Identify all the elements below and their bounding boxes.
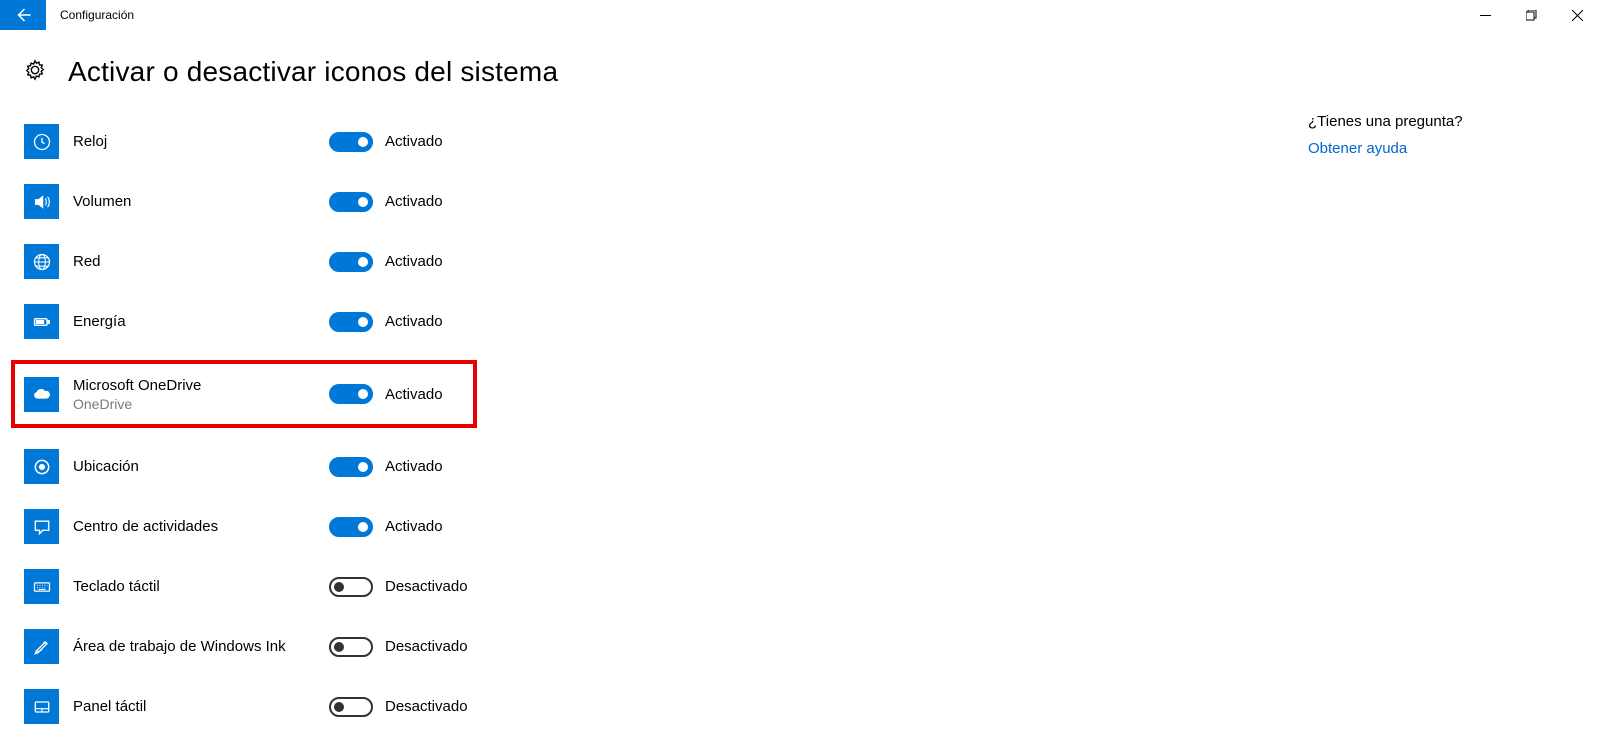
setting-row-location: Ubicación Activado bbox=[24, 449, 664, 484]
toggle-location[interactable] bbox=[329, 457, 373, 477]
toggle-state-label: Activado bbox=[385, 458, 443, 475]
setting-sublabel: OneDrive bbox=[73, 396, 329, 412]
setting-label: Panel táctil bbox=[73, 698, 329, 715]
close-icon bbox=[1572, 10, 1583, 21]
help-link[interactable]: Obtener ayuda bbox=[1308, 140, 1463, 157]
setting-label-block: Reloj bbox=[73, 133, 329, 150]
setting-label-block: Centro de actividades bbox=[73, 518, 329, 535]
setting-row-clock: Reloj Activado bbox=[24, 124, 664, 159]
setting-row-actioncenter: Centro de actividades Activado bbox=[24, 509, 664, 544]
page-header: Activar o desactivar iconos del sistema bbox=[24, 56, 1600, 88]
ink-icon bbox=[24, 629, 59, 664]
setting-label: Microsoft OneDrive bbox=[73, 377, 329, 394]
setting-row-ink: Área de trabajo de Windows Ink Desactivad… bbox=[24, 629, 664, 664]
toggle-state-label: Activado bbox=[385, 133, 443, 150]
setting-label-block: Microsoft OneDrive OneDrive bbox=[73, 377, 329, 412]
setting-label-block: Volumen bbox=[73, 193, 329, 210]
toggle-state-label: Desactivado bbox=[385, 698, 468, 715]
settings-list: RelojActivadoVolumenActivadoRedActivadoE… bbox=[24, 124, 664, 724]
setting-label-block: Panel táctil bbox=[73, 698, 329, 715]
toggle-ink[interactable] bbox=[329, 637, 373, 657]
keyboard-icon bbox=[24, 569, 59, 604]
setting-row-touchpad: Panel táctil Desactivado bbox=[24, 689, 664, 724]
setting-row-onedrive: Microsoft OneDrive OneDrive Activado bbox=[11, 360, 477, 428]
toggle-touchpad[interactable] bbox=[329, 697, 373, 717]
setting-label-block: Teclado táctil bbox=[73, 578, 329, 595]
toggle-network[interactable] bbox=[329, 252, 373, 272]
toggle-power[interactable] bbox=[329, 312, 373, 332]
setting-label-block: Energía bbox=[73, 313, 329, 330]
volume-icon bbox=[24, 184, 59, 219]
setting-label-block: Ubicación bbox=[73, 458, 329, 475]
setting-label: Red bbox=[73, 253, 329, 270]
setting-label: Área de trabajo de Windows Ink bbox=[73, 638, 329, 655]
toggle-state-label: Desactivado bbox=[385, 638, 468, 655]
maximize-button[interactable] bbox=[1508, 0, 1554, 30]
toggle-state-label: Activado bbox=[385, 193, 443, 210]
maximize-icon bbox=[1526, 10, 1537, 21]
toggle-onedrive[interactable] bbox=[329, 384, 373, 404]
setting-label: Teclado táctil bbox=[73, 578, 329, 595]
setting-row-power: Energía Activado bbox=[24, 304, 664, 339]
setting-label: Volumen bbox=[73, 193, 329, 210]
actioncenter-icon bbox=[24, 509, 59, 544]
toggle-state-label: Desactivado bbox=[385, 578, 468, 595]
network-icon bbox=[24, 244, 59, 279]
setting-row-volume: Volumen Activado bbox=[24, 184, 664, 219]
titlebar: Configuración bbox=[0, 0, 1600, 30]
setting-row-network: Red Activado bbox=[24, 244, 664, 279]
toggle-keyboard[interactable] bbox=[329, 577, 373, 597]
toggle-clock[interactable] bbox=[329, 132, 373, 152]
toggle-state-label: Activado bbox=[385, 518, 443, 535]
page-title: Activar o desactivar iconos del sistema bbox=[68, 56, 558, 88]
location-icon bbox=[24, 449, 59, 484]
toggle-volume[interactable] bbox=[329, 192, 373, 212]
onedrive-icon bbox=[24, 377, 59, 412]
setting-label: Centro de actividades bbox=[73, 518, 329, 535]
setting-label: Energía bbox=[73, 313, 329, 330]
setting-label: Ubicación bbox=[73, 458, 329, 475]
minimize-button[interactable] bbox=[1462, 0, 1508, 30]
help-heading: ¿Tienes una pregunta? bbox=[1308, 113, 1463, 130]
setting-label-block: Red bbox=[73, 253, 329, 270]
back-arrow-icon bbox=[14, 6, 32, 24]
app-title: Configuración bbox=[46, 0, 134, 30]
window-controls bbox=[1462, 0, 1600, 30]
gear-icon bbox=[24, 59, 46, 86]
toggle-state-label: Activado bbox=[385, 386, 443, 403]
help-panel: ¿Tienes una pregunta? Obtener ayuda bbox=[1308, 113, 1463, 157]
setting-label-block: Área de trabajo de Windows Ink bbox=[73, 638, 329, 655]
toggle-actioncenter[interactable] bbox=[329, 517, 373, 537]
power-icon bbox=[24, 304, 59, 339]
close-button[interactable] bbox=[1554, 0, 1600, 30]
toggle-state-label: Activado bbox=[385, 313, 443, 330]
minimize-icon bbox=[1480, 10, 1491, 21]
touchpad-icon bbox=[24, 689, 59, 724]
setting-row-keyboard: Teclado táctil Desactivado bbox=[24, 569, 664, 604]
back-button[interactable] bbox=[0, 0, 46, 30]
clock-icon bbox=[24, 124, 59, 159]
toggle-state-label: Activado bbox=[385, 253, 443, 270]
setting-label: Reloj bbox=[73, 133, 329, 150]
